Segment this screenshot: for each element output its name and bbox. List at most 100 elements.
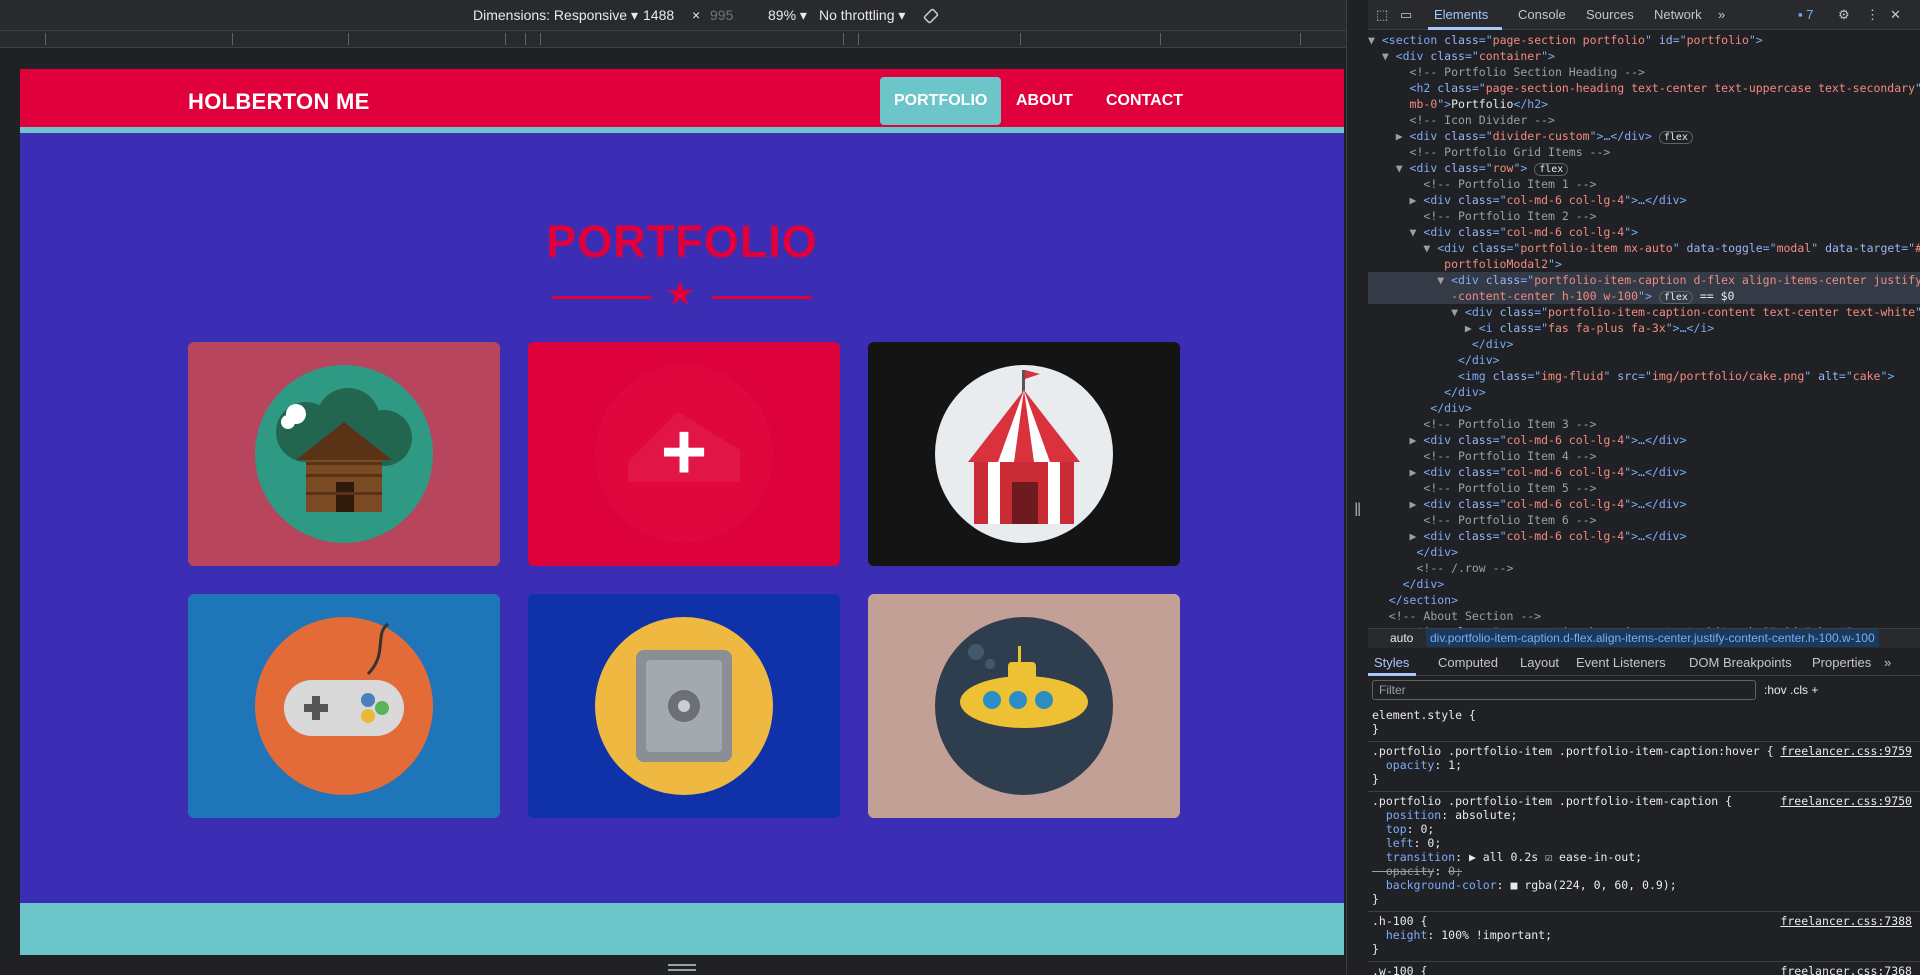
dom-node-line[interactable]: <!-- Portfolio Item 1 --> bbox=[1368, 176, 1920, 192]
portfolio-item-submarine[interactable] bbox=[868, 594, 1180, 818]
dom-node-toggle[interactable]: ▶ bbox=[1368, 529, 1423, 543]
dom-node-line[interactable]: ▶ <div class="divider-custom">…</div> fl… bbox=[1368, 128, 1920, 144]
zoom-dropdown[interactable]: 89% ▾ bbox=[768, 7, 807, 24]
flex-badge[interactable]: flex bbox=[1658, 131, 1693, 144]
dom-node-line[interactable]: ▼ <div class="portfolio-item-caption d-f… bbox=[1368, 272, 1920, 288]
css-source-link[interactable]: freelancer.css:9750 bbox=[1780, 794, 1912, 808]
dom-node-toggle[interactable] bbox=[1368, 561, 1416, 575]
property-value[interactable]: ▶ all 0.2s ☑ ease-in-out; bbox=[1469, 850, 1642, 864]
dom-node-toggle[interactable]: ▶ bbox=[1368, 497, 1423, 511]
dom-node-line[interactable]: ▼ <div class="portfolio-item-caption-con… bbox=[1368, 304, 1920, 320]
property-value[interactable]: 0; bbox=[1420, 822, 1434, 836]
dom-node-toggle[interactable] bbox=[1368, 609, 1389, 623]
property-value[interactable]: 100% !important; bbox=[1441, 928, 1552, 942]
tab-properties[interactable]: Properties bbox=[1812, 655, 1871, 670]
nav-about[interactable]: ABOUT bbox=[1002, 77, 1087, 125]
rotate-icon[interactable] bbox=[922, 7, 940, 28]
tab-network[interactable]: Network bbox=[1654, 7, 1702, 22]
css-rule-selector[interactable]: .portfolio .portfolio-item .portfolio-it… bbox=[1372, 744, 1918, 758]
dom-node-toggle[interactable]: ▼ bbox=[1368, 305, 1465, 319]
portfolio-item-safe[interactable] bbox=[528, 594, 840, 818]
dom-node-line[interactable]: <!-- Portfolio Item 2 --> bbox=[1368, 208, 1920, 224]
css-property[interactable]: position: absolute; bbox=[1372, 808, 1918, 822]
portfolio-item-game[interactable] bbox=[188, 594, 500, 818]
dom-node-line[interactable]: portfolioModal2"> bbox=[1368, 256, 1920, 272]
css-property[interactable]: top: 0; bbox=[1372, 822, 1918, 836]
dom-node-toggle[interactable] bbox=[1368, 513, 1423, 527]
height-input[interactable]: 995 bbox=[710, 7, 733, 23]
dom-node-line[interactable]: <img class="img-fluid" src="img/portfoli… bbox=[1368, 368, 1920, 384]
dom-node-toggle[interactable]: ▶ bbox=[1368, 193, 1423, 207]
settings-icon[interactable]: ⚙ bbox=[1838, 7, 1850, 23]
panel-splitter[interactable]: ‖ bbox=[1346, 0, 1368, 975]
dom-node-line[interactable]: </section> bbox=[1368, 592, 1920, 608]
dom-node-toggle[interactable]: ▼ bbox=[1368, 49, 1396, 63]
dom-node-toggle[interactable]: ▼ bbox=[1368, 273, 1451, 287]
dom-node-line[interactable]: <!-- Portfolio Item 5 --> bbox=[1368, 480, 1920, 496]
dom-node-line[interactable]: ▶ <div class="col-md-6 col-lg-4">…</div> bbox=[1368, 496, 1920, 512]
dom-node-line[interactable]: </div> bbox=[1368, 576, 1920, 592]
dom-node-toggle[interactable] bbox=[1368, 145, 1410, 159]
dom-node-line[interactable]: ▼ <div class="col-md-6 col-lg-4"> bbox=[1368, 224, 1920, 240]
dom-node-line[interactable]: </div> bbox=[1368, 400, 1920, 416]
flex-badge[interactable]: flex bbox=[1534, 163, 1569, 176]
dom-node-line[interactable]: </div> bbox=[1368, 336, 1920, 352]
dom-node-line[interactable]: <!-- Portfolio Grid Items --> bbox=[1368, 144, 1920, 160]
dom-node-line[interactable]: <!-- About Section --> bbox=[1368, 608, 1920, 624]
tab-console[interactable]: Console bbox=[1518, 7, 1566, 22]
styles-filter-input[interactable]: Filter bbox=[1372, 680, 1756, 700]
customize-icon[interactable]: ⋮ bbox=[1866, 7, 1879, 23]
dom-node-toggle[interactable] bbox=[1368, 113, 1410, 127]
dom-node-toggle[interactable]: ▼ bbox=[1368, 161, 1410, 175]
dom-node-line[interactable]: ▶ <div class="col-md-6 col-lg-4">…</div> bbox=[1368, 528, 1920, 544]
breadcrumb-item[interactable]: auto bbox=[1390, 629, 1413, 647]
dom-node-line[interactable]: <!-- Portfolio Item 3 --> bbox=[1368, 416, 1920, 432]
dom-node-line[interactable]: ▼ <div class="container"> bbox=[1368, 48, 1920, 64]
css-property[interactable]: height: 100% !important; bbox=[1372, 928, 1918, 942]
dom-node-toggle[interactable] bbox=[1368, 177, 1423, 191]
property-value[interactable]: absolute; bbox=[1455, 808, 1517, 822]
dom-node-toggle[interactable]: ▼ bbox=[1368, 33, 1382, 47]
css-rule-selector[interactable]: element.style { bbox=[1372, 708, 1918, 722]
dom-node-toggle[interactable] bbox=[1368, 289, 1451, 303]
dom-node-toggle[interactable]: ▶ bbox=[1368, 321, 1479, 335]
breadcrumb-item-selected[interactable]: div.portfolio-item-caption.d-flex.align-… bbox=[1426, 629, 1879, 647]
inspect-element-icon[interactable]: ⬚ bbox=[1376, 7, 1388, 23]
dom-node-toggle[interactable] bbox=[1368, 337, 1472, 351]
dom-node-line[interactable]: ▼ <section class="page-section portfolio… bbox=[1368, 32, 1920, 48]
dom-node-toggle[interactable]: ▼ bbox=[1368, 225, 1423, 239]
css-property[interactable]: background-color: ■ rgba(224, 0, 60, 0.9… bbox=[1372, 878, 1918, 892]
dom-node-toggle[interactable] bbox=[1368, 369, 1458, 383]
dom-node-toggle[interactable] bbox=[1368, 593, 1389, 607]
dom-node-line[interactable]: ▼ <div class="row"> flex bbox=[1368, 160, 1920, 176]
tab-sources[interactable]: Sources bbox=[1586, 7, 1634, 22]
nav-contact[interactable]: CONTACT bbox=[1092, 77, 1197, 125]
dom-node-line[interactable]: <h2 class="page-section-heading text-cen… bbox=[1368, 80, 1920, 96]
dom-node-line[interactable]: <!-- Portfolio Item 6 --> bbox=[1368, 512, 1920, 528]
dom-node-toggle[interactable] bbox=[1368, 353, 1458, 367]
throttling-dropdown[interactable]: No throttling ▾ bbox=[819, 7, 905, 24]
brand-link[interactable]: HOLBERTON ME bbox=[188, 89, 370, 115]
dom-node-toggle[interactable] bbox=[1368, 385, 1444, 399]
tab-dom-breakpoints[interactable]: DOM Breakpoints bbox=[1689, 655, 1792, 670]
dom-node-toggle[interactable]: ▶ bbox=[1368, 465, 1423, 479]
tab-layout[interactable]: Layout bbox=[1520, 655, 1559, 670]
viewport-resize-handle[interactable] bbox=[668, 964, 696, 971]
dom-node-toggle[interactable] bbox=[1368, 545, 1416, 559]
dom-node-line[interactable]: ▼ <div class="portfolio-item mx-auto" da… bbox=[1368, 240, 1920, 256]
dom-node-toggle[interactable]: ▶ bbox=[1368, 129, 1410, 143]
dom-node-line[interactable]: ▶ <div class="col-md-6 col-lg-4">…</div> bbox=[1368, 464, 1920, 480]
property-value[interactable]: ■ rgba(224, 0, 60, 0.9); bbox=[1510, 878, 1676, 892]
dom-node-toggle[interactable] bbox=[1368, 97, 1410, 111]
portfolio-item-cabin[interactable] bbox=[188, 342, 500, 566]
css-rule-selector[interactable]: .portfolio .portfolio-item .portfolio-it… bbox=[1372, 794, 1918, 808]
more-tabs-icon[interactable]: » bbox=[1718, 7, 1725, 22]
filter-tools[interactable]: :hov .cls + bbox=[1764, 683, 1818, 697]
css-source-link[interactable]: freelancer.css:7388 bbox=[1780, 914, 1912, 928]
dom-node-line[interactable]: <!-- Icon Divider --> bbox=[1368, 112, 1920, 128]
property-name[interactable]: height bbox=[1372, 928, 1428, 942]
dom-node-line[interactable]: mb-0">Portfolio</h2> bbox=[1368, 96, 1920, 112]
css-property[interactable]: left: 0; bbox=[1372, 836, 1918, 850]
dom-node-line[interactable]: <!-- Portfolio Item 4 --> bbox=[1368, 448, 1920, 464]
dom-node-line[interactable]: </div> bbox=[1368, 384, 1920, 400]
